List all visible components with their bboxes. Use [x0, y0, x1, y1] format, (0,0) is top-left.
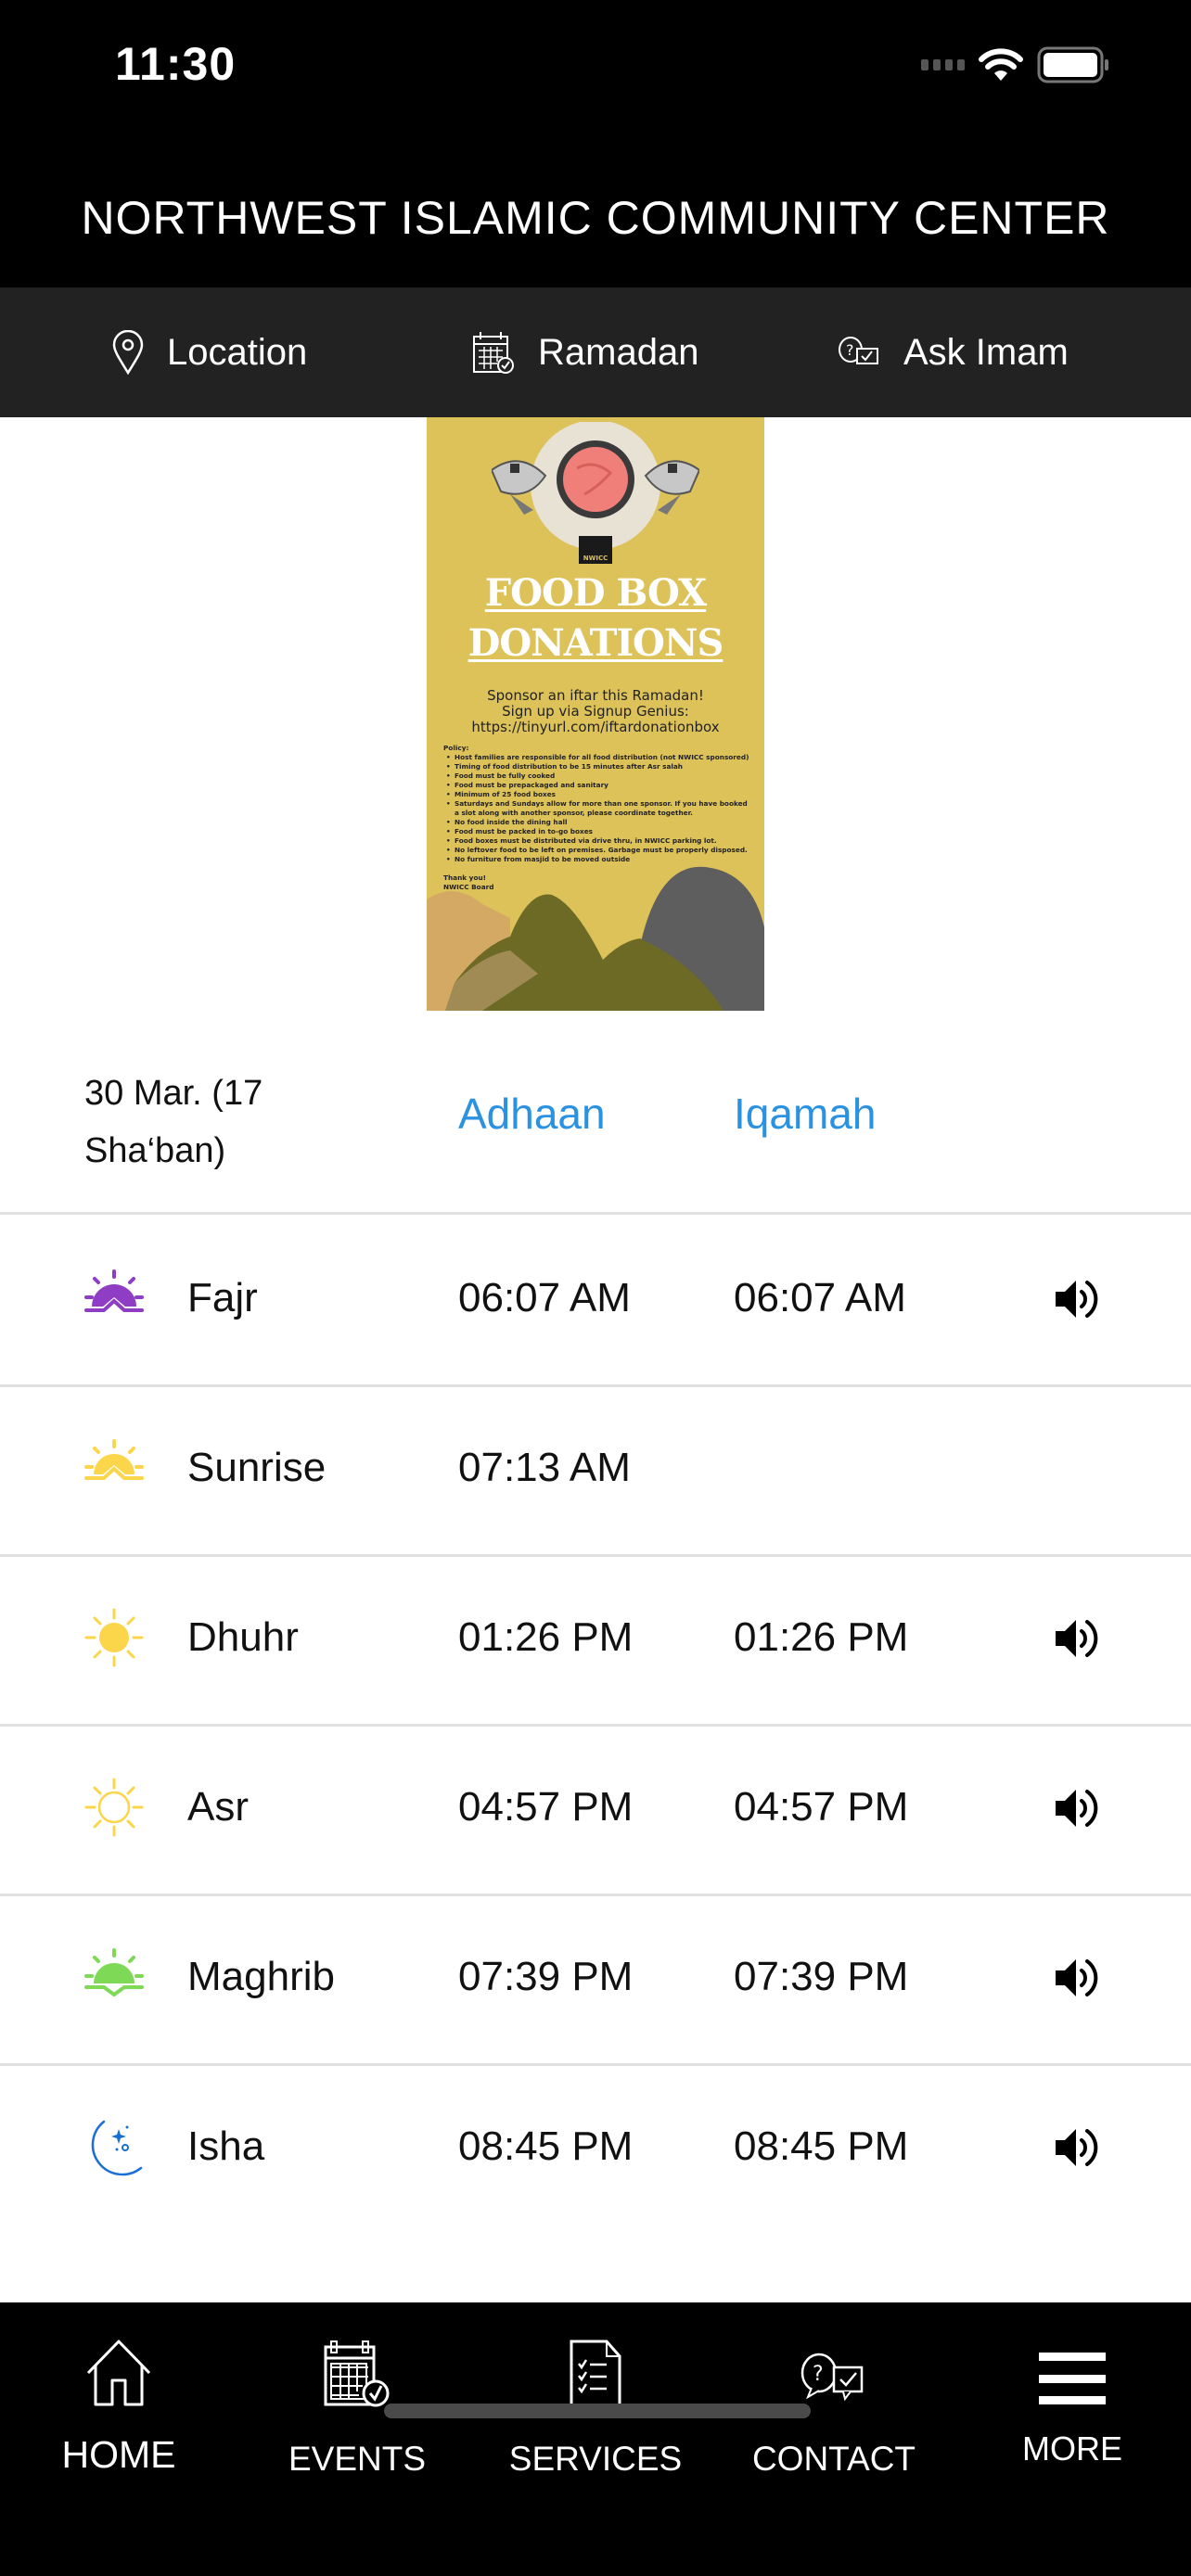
- status-icons: [921, 46, 1111, 83]
- tab-home[interactable]: HOME: [0, 2302, 237, 2488]
- dawn-sun-icon: [84, 1269, 144, 1312]
- sponsor-line: Sponsor an iftar this Ramadan!: [487, 687, 704, 704]
- home-icon: [86, 2340, 151, 2406]
- policy-item: Saturdays and Sundays allow for more tha…: [443, 799, 749, 818]
- tab-events[interactable]: EVENTS: [238, 2302, 476, 2488]
- sun-filled-icon: [84, 1608, 144, 1667]
- prayer-row-fajr: Fajr 06:07 AM 06:07 AM: [0, 1218, 1191, 1387]
- sponsor-link: https://tinyurl.com/iftardonationbox: [471, 719, 720, 735]
- banner-title-line1: FOOD BOX: [484, 571, 707, 615]
- nwicc-logo: NWICC: [579, 536, 612, 564]
- adhaan-time: 07:39 PM: [458, 1954, 634, 1999]
- tab-more[interactable]: MORE: [954, 2302, 1191, 2488]
- tab-services-label: SERVICES: [508, 2440, 683, 2478]
- speaker-icon[interactable]: [1048, 1611, 1104, 1666]
- location-pin-icon: [112, 330, 144, 375]
- iqamah-time: 08:45 PM: [734, 2123, 909, 2169]
- adhaan-time: 08:45 PM: [458, 2123, 634, 2169]
- tab-contact[interactable]: ? CONTACT: [715, 2302, 953, 2488]
- adhaan-column-header: Adhaan: [458, 1090, 606, 1138]
- iqamah-time: 04:57 PM: [734, 1784, 909, 1830]
- speaker-icon[interactable]: [1048, 2120, 1104, 2175]
- battery-icon: [1037, 46, 1108, 83]
- moon-stars-icon: [91, 2120, 143, 2176]
- food-plate-illustration: [492, 422, 699, 550]
- speaker-icon[interactable]: [1048, 1780, 1104, 1836]
- tab-services[interactable]: SERVICES: [477, 2302, 714, 2488]
- calendar-check-icon: [473, 332, 514, 374]
- speaker-icon[interactable]: [1048, 1950, 1104, 2006]
- tab-home-label: HOME: [61, 2433, 176, 2476]
- sunrise-icon: [84, 1439, 144, 1480]
- date-label: 30 Mar. (17 Sha‘ban): [84, 1074, 263, 1170]
- policy-item: Food must be prepackaged and sanitary: [443, 781, 749, 790]
- ask-imam-button[interactable]: ? Ask Imam: [837, 287, 1069, 417]
- prayer-row-sunrise: Sunrise 07:13 AM: [0, 1387, 1191, 1557]
- menu-icon: [1039, 2353, 1106, 2404]
- adhaan-time: 01:26 PM: [458, 1614, 634, 1660]
- policy-item: Timing of food distribution to be 15 min…: [443, 762, 749, 772]
- prayer-row-dhuhr: Dhuhr 01:26 PM 01:26 PM: [0, 1557, 1191, 1727]
- policy-item: Host families are responsible for all fo…: [443, 753, 749, 762]
- status-time: 11:30: [115, 38, 237, 90]
- prayer-table-header: 30 Mar. (17 Sha‘ban) Adhaan Iqamah: [0, 1029, 1191, 1215]
- quick-nav: Location Ramadan ? Ask Imam: [0, 287, 1191, 417]
- banner-sponsor-text: Sponsor an iftar this Ramadan! Sign up v…: [427, 688, 764, 735]
- prayer-name: Isha: [187, 2123, 265, 2169]
- adhaan-time: 04:57 PM: [458, 1784, 634, 1830]
- prayer-row-asr: Asr 04:57 PM 04:57 PM: [0, 1727, 1191, 1896]
- checklist-icon: [570, 2340, 621, 2408]
- prayer-row-maghrib: Maghrib 07:39 PM 07:39 PM: [0, 1896, 1191, 2066]
- speaker-icon[interactable]: [1048, 1271, 1104, 1327]
- ask-imam-label: Ask Imam: [903, 331, 1069, 373]
- tab-more-label: MORE: [1022, 2429, 1122, 2468]
- prayer-name: Maghrib: [187, 1954, 335, 1999]
- ramadan-button[interactable]: Ramadan: [471, 287, 698, 417]
- banner-title-line2: DONATIONS: [467, 621, 724, 665]
- tab-contact-label: CONTACT: [751, 2440, 916, 2478]
- app-title: NORTHWEST ISLAMIC COMMUNITY CENTER: [81, 192, 1110, 244]
- adhaan-time: 07:13 AM: [458, 1445, 631, 1490]
- iqamah-time: 07:39 PM: [734, 1954, 909, 1999]
- ramadan-label: Ramadan: [538, 331, 699, 373]
- iqamah-time: 06:07 AM: [734, 1275, 906, 1320]
- iqamah-time: 01:26 PM: [734, 1614, 909, 1660]
- prayer-name: Asr: [187, 1784, 249, 1830]
- iqamah-column-header: Iqamah: [734, 1090, 877, 1138]
- question-chat-icon: ?: [839, 337, 878, 364]
- policy-item: Food must be fully cooked: [443, 772, 749, 781]
- svg-text:?: ?: [846, 341, 854, 359]
- status-bar: 11:30: [0, 0, 1191, 139]
- policy-item: No food inside the dining hall: [443, 818, 749, 827]
- location-button[interactable]: Location: [111, 287, 307, 417]
- svg-text:?: ?: [813, 2363, 824, 2386]
- sunset-icon: [84, 1948, 144, 1997]
- policy-heading: Policy:: [443, 744, 469, 752]
- wifi-icon: [979, 48, 1023, 81]
- prayer-row-isha: Isha 08:45 PM 08:45 PM: [0, 2066, 1191, 2236]
- prayer-name: Fajr: [187, 1275, 258, 1320]
- sponsor-line: Sign up via Signup Genius:: [502, 703, 689, 720]
- chat-question-icon: ?: [800, 2353, 864, 2402]
- hills-illustration: [427, 866, 764, 1011]
- food-box-donations-banner[interactable]: NWICC FOOD BOX DONATIONS Sponsor an ifta…: [427, 417, 764, 1011]
- app-header: NORTHWEST ISLAMIC COMMUNITY CENTER: [0, 139, 1191, 287]
- sun-outline-icon: [84, 1778, 144, 1837]
- prayer-name: Dhuhr: [187, 1614, 299, 1660]
- policy-item: Minimum of 25 food boxes: [443, 790, 749, 799]
- location-label: Location: [167, 331, 308, 373]
- calendar-icon: [324, 2340, 390, 2407]
- home-indicator[interactable]: [384, 2404, 811, 2418]
- policy-item: Food boxes must be distributed via drive…: [443, 836, 749, 846]
- policy-list: Host families are responsible for all fo…: [443, 753, 749, 864]
- policy-item: Food must be packed in to-go boxes: [443, 827, 749, 836]
- cellular-signal-icon: [921, 59, 965, 70]
- tab-events-label: EVENTS: [288, 2440, 427, 2478]
- bottom-tab-bar: HOME EVENTS SERVICES ? CONTACT MORE: [0, 2302, 1191, 2576]
- adhaan-time: 06:07 AM: [458, 1275, 631, 1320]
- prayer-name: Sunrise: [187, 1445, 327, 1490]
